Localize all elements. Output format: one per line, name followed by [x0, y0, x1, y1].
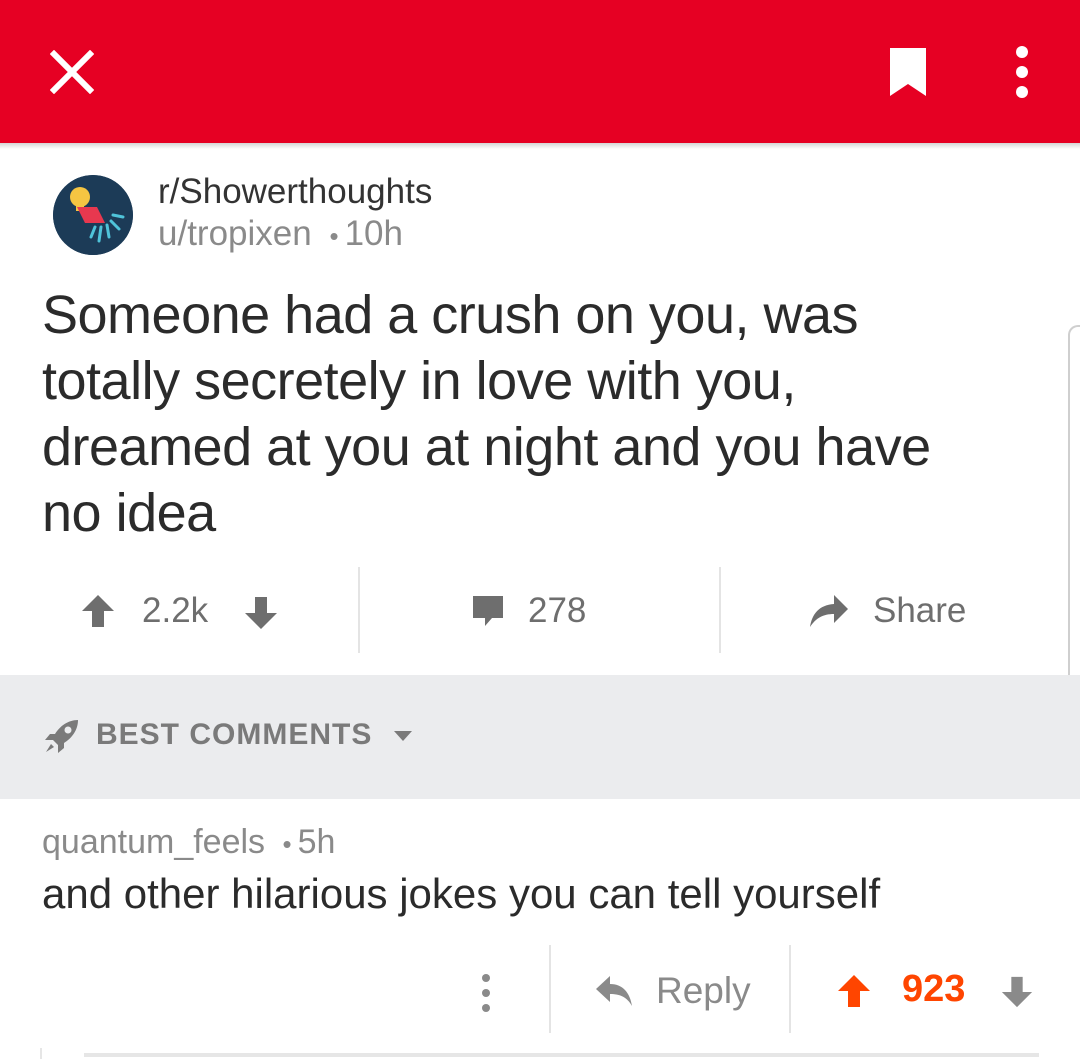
more-vertical-icon[interactable]: [478, 973, 494, 1013]
comment-score: 923: [902, 968, 966, 1010]
shower-lightbulb-icon: [53, 175, 133, 255]
post-meta: u/tropixen • 10h: [158, 214, 403, 254]
chevron-down-icon: [393, 731, 412, 742]
subreddit-avatar[interactable]: [53, 175, 133, 255]
bookmark-icon[interactable]: [884, 44, 932, 100]
downvote-icon[interactable]: [1000, 975, 1034, 1009]
action-divider: [719, 567, 721, 653]
comment-meta: quantum_feels • 5h: [42, 823, 335, 862]
action-divider: [549, 945, 551, 1033]
top-app-bar: [0, 0, 1080, 143]
upvote-icon[interactable]: [836, 973, 872, 1009]
rocket-icon: [45, 720, 78, 753]
comment-author[interactable]: quantum_feels: [42, 823, 265, 861]
more-vertical-icon[interactable]: [1010, 44, 1034, 100]
comment-age: 5h: [297, 823, 336, 861]
subreddit-name[interactable]: r/Showerthoughts: [158, 172, 432, 212]
comment-body: and other hilarious jokes you can tell y…: [42, 870, 881, 917]
reply-icon[interactable]: [594, 973, 634, 1009]
post-actions: 2.2k 278 Share: [0, 567, 1080, 653]
comment-icon[interactable]: [470, 593, 506, 629]
action-divider: [789, 945, 791, 1033]
meta-separator: •: [329, 221, 339, 251]
next-comment-divider: [84, 1053, 1039, 1057]
downvote-icon[interactable]: [243, 595, 279, 631]
top-bar-shadow: [0, 143, 1080, 149]
sort-label: BEST COMMENTS: [96, 718, 373, 751]
share-icon[interactable]: [808, 593, 850, 629]
sort-dropdown[interactable]: BEST COMMENTS: [96, 718, 414, 752]
close-icon[interactable]: [50, 50, 94, 94]
upvote-icon[interactable]: [80, 593, 116, 629]
thread-line: [40, 1048, 42, 1059]
share-button[interactable]: Share: [873, 591, 966, 631]
post-title: Someone had a crush on you, was totally …: [42, 285, 931, 543]
reply-button[interactable]: Reply: [656, 970, 751, 1012]
post-author[interactable]: u/tropixen: [158, 214, 312, 253]
post-score: 2.2k: [142, 591, 209, 630]
post-age: 10h: [344, 214, 403, 253]
action-divider: [358, 567, 360, 653]
meta-separator: •: [282, 829, 292, 859]
comment-count[interactable]: 278: [528, 591, 586, 631]
